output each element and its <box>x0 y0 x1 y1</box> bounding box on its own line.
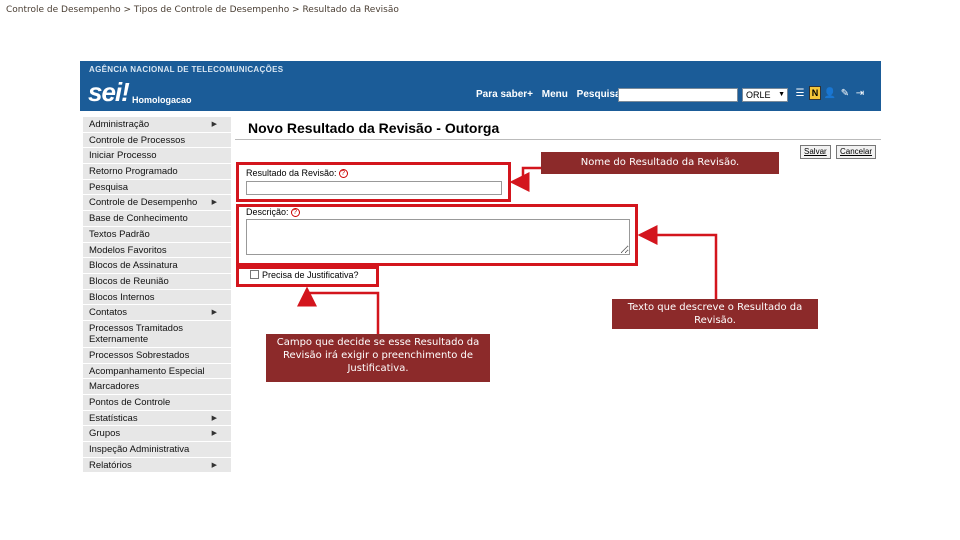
sidebar-item-label: Acompanhamento Especial <box>89 365 205 377</box>
top-nav: Para saber+ Menu Pesquisa <box>476 89 627 100</box>
chevron-right-icon: ▶ <box>211 430 217 438</box>
sidebar-item-label: Relatórios <box>89 459 132 471</box>
page-title: Novo Resultado da Revisão - Outorga <box>248 120 500 136</box>
save-button[interactable]: Salvar <box>800 145 831 159</box>
sidebar-item-label: Pontos de Controle <box>89 397 171 408</box>
sidebar-item-label: Base de Conhecimento <box>89 213 188 225</box>
sidebar-item[interactable]: Blocos de Reunião <box>83 273 231 290</box>
sidebar-item[interactable]: Pontos de Controle <box>83 395 231 411</box>
sidebar-item-label: Contatos <box>89 307 128 319</box>
user-icon[interactable]: 👤 <box>824 86 836 100</box>
sidebar-item[interactable]: Pesquisa <box>83 179 231 196</box>
sidebar-item-label: Iniciar Processo <box>89 150 157 162</box>
sidebar-item-label: Blocos de Assinatura <box>89 260 178 272</box>
title-divider <box>235 139 881 140</box>
agency-name: AGÊNCIA NACIONAL DE TELECOMUNICAÇÕES <box>89 65 284 74</box>
sidebar-item-label: Retorno Programado <box>89 166 178 178</box>
sidebar-item[interactable]: Processos Sobrestados <box>83 347 231 364</box>
sei-logo[interactable]: sei! <box>88 78 130 106</box>
description-field-highlight <box>236 204 638 266</box>
tools-icon[interactable]: ✎ <box>839 86 851 100</box>
unit-select[interactable]: ORLE ▼ <box>742 88 788 102</box>
sidebar-menu: Administração ▶ Controle de Processos Inici… <box>83 117 231 474</box>
search-input[interactable] <box>618 88 738 102</box>
sidebar-item[interactable]: Blocos de Assinatura <box>83 258 231 274</box>
list-icon[interactable]: ☰ <box>794 86 806 100</box>
sidebar-item[interactable]: Controle de Processos <box>83 132 231 149</box>
chevron-right-icon: ▶ <box>211 121 217 128</box>
sidebar-item-label: Blocos Internos <box>89 291 155 303</box>
sidebar-item-label: Processos Tramitados Externamente <box>89 322 183 345</box>
sidebar-item-label: Administração <box>89 119 150 130</box>
sidebar-item[interactable]: Base de Conhecimento <box>83 211 231 227</box>
chevron-right-icon: ▶ <box>211 309 217 317</box>
sidebar-item[interactable]: Iniciar Processo <box>83 148 231 165</box>
sidebar-item[interactable]: Processos Tramitados Externamente <box>83 320 231 348</box>
nav-menu[interactable]: Menu <box>542 89 568 100</box>
sidebar-item-label: Modelos Favoritos <box>89 244 167 256</box>
sidebar-item[interactable]: Estatísticas ▶ <box>83 410 231 427</box>
sidebar-item-label: Textos Padrão <box>89 228 150 240</box>
unit-select-value: ORLE <box>746 90 771 100</box>
sidebar-item[interactable]: Grupos ▶ <box>83 426 231 443</box>
sidebar-item-label: Controle de Processos <box>89 134 186 146</box>
chevron-down-icon: ▼ <box>778 91 785 98</box>
sidebar-item[interactable]: Controle de Desempenho ▶ <box>83 195 231 212</box>
sidebar-item-label: Inspeção Administrativa <box>89 444 190 456</box>
nav-para-saber[interactable]: Para saber+ <box>476 89 533 100</box>
sidebar-item[interactable]: Contatos ▶ <box>83 305 231 321</box>
sidebar-item-label: Blocos de Reunião <box>89 275 169 287</box>
toolbar-icons: ☰ N 👤 ✎ ⇥ <box>794 86 866 100</box>
notification-icon[interactable]: N <box>809 86 821 100</box>
description-note: Texto que descreve o Resultado da Revisã… <box>612 299 818 329</box>
justification-note: Campo que decide se esse Resultado da Re… <box>266 334 490 382</box>
sei-window: AGÊNCIA NACIONAL DE TELECOMUNICAÇÕES sei… <box>80 61 881 478</box>
chevron-right-icon: ▶ <box>211 414 217 422</box>
sidebar-item[interactable]: Administração ▶ <box>83 117 231 133</box>
nav-pesquisa[interactable]: Pesquisa <box>577 89 621 100</box>
environment-label: Homologacao <box>132 95 192 105</box>
sidebar-item[interactable]: Blocos Internos <box>83 289 231 306</box>
justification-field-highlight <box>236 266 379 287</box>
sidebar-item[interactable]: Relatórios ▶ <box>83 457 231 474</box>
sidebar-item[interactable]: Retorno Programado <box>83 164 231 180</box>
sidebar-item-label: Grupos <box>89 428 121 440</box>
sidebar-item-label: Controle de Desempenho <box>89 197 198 209</box>
sidebar-item[interactable]: Inspeção Administrativa <box>83 442 231 458</box>
sidebar-item[interactable]: Acompanhamento Especial <box>83 363 231 380</box>
top-bar: AGÊNCIA NACIONAL DE TELECOMUNICAÇÕES sei… <box>80 61 881 111</box>
name-field-highlight <box>236 162 511 202</box>
sidebar-item-label: Processos Sobrestados <box>89 349 190 361</box>
exit-icon[interactable]: ⇥ <box>854 86 866 100</box>
cancel-button[interactable]: Cancelar <box>836 145 877 159</box>
sidebar-item[interactable]: Modelos Favoritos <box>83 242 231 259</box>
chevron-right-icon: ▶ <box>211 461 217 469</box>
chevron-right-icon: ▶ <box>211 199 217 207</box>
breadcrumb: Controle de Desempenho > Tipos de Contro… <box>6 5 399 15</box>
name-note: Nome do Resultado da Revisão. <box>541 152 779 174</box>
sidebar-item-label: Marcadores <box>89 381 140 393</box>
sidebar-item[interactable]: Marcadores <box>83 379 231 395</box>
sidebar-item-label: Estatísticas <box>89 412 138 424</box>
sidebar-item[interactable]: Textos Padrão <box>83 226 231 243</box>
sidebar-item-label: Pesquisa <box>89 181 129 193</box>
